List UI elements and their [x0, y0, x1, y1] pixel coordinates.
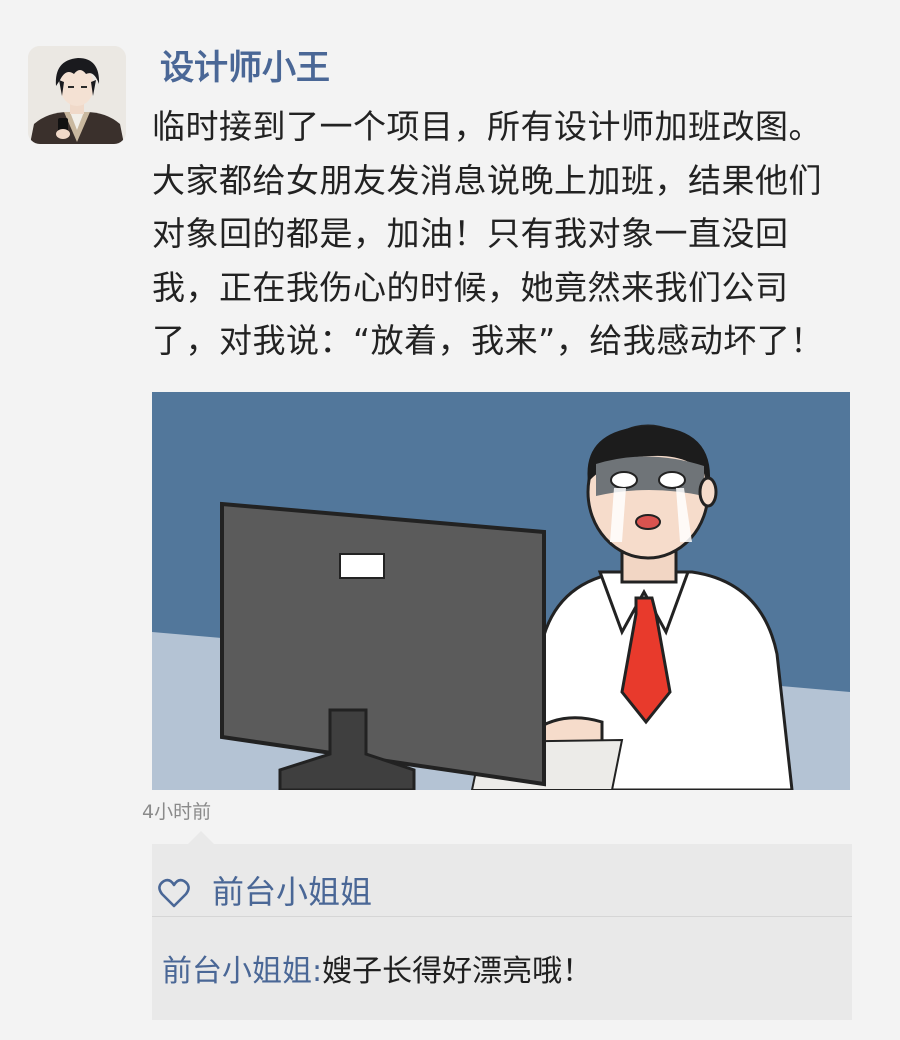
post-username[interactable]: 设计师小王	[160, 42, 330, 94]
likes-comments-panel: 前台小姐姐 前台小姐姐:嫂子长得好漂亮哦！	[152, 831, 852, 1020]
likes-row: 前台小姐姐	[152, 844, 852, 917]
heart-icon	[158, 878, 190, 908]
post-timestamp: 4小时前	[142, 801, 212, 823]
avatar-portrait-image	[28, 46, 126, 144]
comment-item[interactable]: 前台小姐姐:嫂子长得好漂亮哦！	[162, 948, 592, 996]
liker-name[interactable]: 前台小姐姐	[212, 868, 372, 916]
office-cartoon-illustration	[152, 392, 850, 790]
comment-separator: :	[312, 954, 323, 989]
avatar[interactable]	[28, 46, 126, 144]
comment-author[interactable]: 前台小姐姐	[162, 954, 312, 989]
post-image[interactable]	[152, 392, 850, 790]
comment-text: 嫂子长得好漂亮哦！	[322, 954, 593, 989]
post-text: 临时接到了一个项目，所有设计师加班改图。大家都给女朋友发消息说晚上加班，结果他们…	[152, 107, 824, 360]
